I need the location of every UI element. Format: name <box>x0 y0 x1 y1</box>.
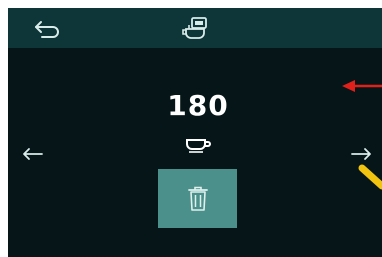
trash-icon <box>187 186 208 211</box>
arrow-right-icon <box>351 148 371 160</box>
top-bar <box>8 8 382 48</box>
next-button[interactable] <box>344 142 378 166</box>
cup-icon <box>180 134 216 156</box>
arrow-left-icon <box>23 148 43 160</box>
coffee-machine-icon <box>178 14 212 44</box>
back-button[interactable] <box>30 16 64 42</box>
delete-button[interactable] <box>158 169 237 228</box>
back-arrow-icon <box>35 21 59 38</box>
display-screen: 180 <box>8 8 382 257</box>
counter-value: 180 <box>167 89 229 122</box>
previous-button[interactable] <box>16 142 50 166</box>
